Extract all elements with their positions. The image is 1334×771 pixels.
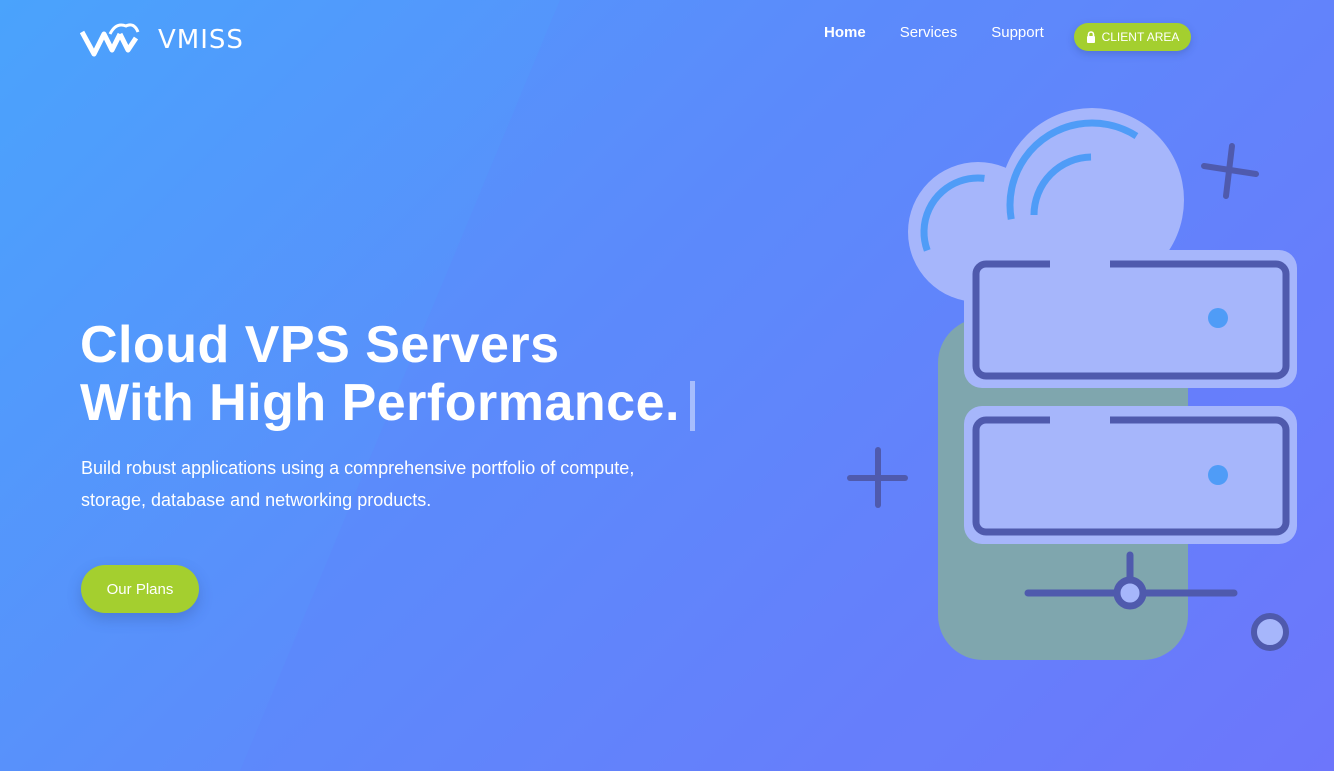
plus-icon: [1201, 143, 1259, 199]
plus-icon: [847, 447, 908, 508]
server-led: [1208, 465, 1228, 485]
hero-description: Build robust applications using a compre…: [81, 458, 635, 510]
nav-link-home[interactable]: Home: [824, 24, 866, 41]
site-header: VMISS Home Services Support CLIENT AREA: [0, 0, 1334, 80]
hero-title: Cloud VPS Servers With High Performance.: [80, 316, 695, 432]
our-plans-label: Our Plans: [106, 580, 174, 598]
hero-title-line2-text: With High Performance.: [80, 374, 680, 432]
cloud-server-illustration: [847, 108, 1297, 660]
brand-name: VMISS: [158, 25, 244, 55]
server-unit-top: [964, 250, 1297, 388]
circle-decoration-icon: [1251, 613, 1289, 651]
nav-link-services[interactable]: Services: [900, 24, 958, 41]
our-plans-button[interactable]: Our Plans: [81, 565, 199, 613]
client-area-button[interactable]: CLIENT AREA: [1074, 23, 1191, 51]
hero-title-line1: Cloud VPS Servers: [80, 316, 560, 374]
typing-cursor: [689, 381, 695, 432]
nav-link-support[interactable]: Support: [991, 24, 1044, 41]
client-area-label: CLIENT AREA: [1101, 30, 1180, 44]
hero-title-line2: With High Performance.: [80, 374, 695, 432]
vmiss-logo-icon: [80, 23, 140, 57]
server-led: [1208, 308, 1228, 328]
server-unit-bottom: [964, 406, 1297, 544]
main-nav: Home Services Support: [824, 24, 1078, 41]
lock-icon: [1086, 31, 1095, 43]
logo[interactable]: VMISS: [80, 20, 244, 60]
